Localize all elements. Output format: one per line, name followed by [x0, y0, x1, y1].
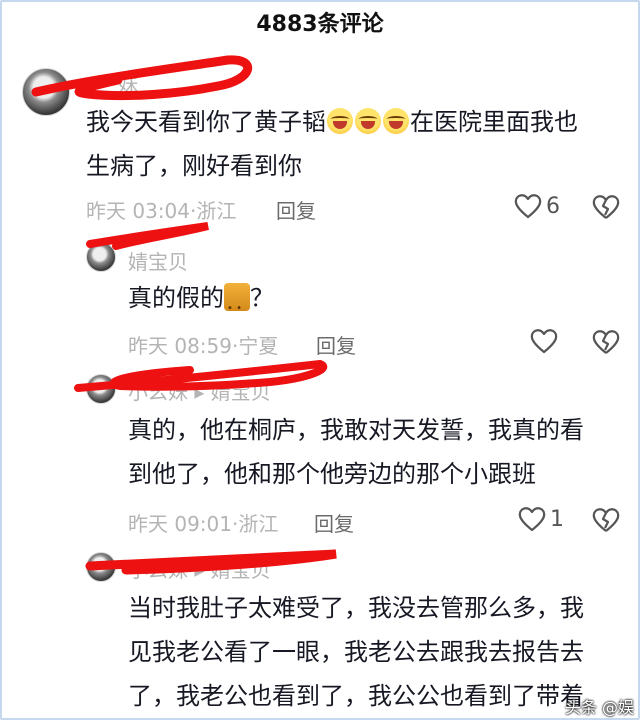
like-button[interactable]: 1: [518, 506, 564, 532]
laughing-tears-emoji-icon: [327, 108, 353, 134]
reply-button[interactable]: 回复: [314, 508, 354, 537]
red-scribble-redaction: [85, 549, 337, 575]
comment-timestamp-location: 昨天 09:01·浙江: [128, 512, 279, 536]
comment-text: 当时我肚子太难受了，我没去管那么多，我 见我老公看了一眼，我老公去跟我去报告去 …: [128, 586, 628, 718]
comment-text: 真的，他在桐庐，我敢对天发誓，我真的看 到他了，他和那个他旁边的那个小跟班: [128, 408, 628, 496]
heart-icon: [518, 507, 546, 532]
broken-heart-icon[interactable]: [592, 329, 620, 355]
red-scribble-redaction: [86, 222, 209, 250]
comment-text-line: 我今天看到你了黄子韬: [86, 108, 326, 136]
comment-text-line: 当时我肚子太难受了，我没去管那么多，我: [128, 594, 584, 622]
comment-text: 真的假的 ？: [128, 276, 274, 331]
comment-text-line: 在医院里面我也: [410, 108, 578, 136]
heart-icon: [514, 194, 542, 219]
comment-text-line: 见我老公看了一眼，我老公去跟我去报告去: [128, 638, 584, 666]
watermark: 头条 @娱: [564, 698, 634, 717]
comment-text-line: 生病了，刚好看到你: [86, 152, 302, 180]
laughing-tears-emoji-icon: [355, 108, 381, 134]
broken-heart-icon[interactable]: [592, 507, 620, 533]
like-count: 6: [546, 193, 560, 219]
red-scribble-redaction: [74, 359, 328, 392]
reply-button[interactable]: 回复: [276, 195, 316, 224]
comment-text-line: 了，我老公也看到了，我公公也看到了带着: [128, 682, 584, 710]
like-count: 1: [550, 506, 564, 532]
laughing-tears-emoji-icon: [383, 108, 409, 134]
broken-heart-icon[interactable]: [592, 194, 620, 220]
comment-text: 我今天看到你了黄子韬 在医院里面我也 生病了，刚好看到你: [86, 100, 626, 188]
like-button[interactable]: [530, 328, 558, 354]
comment-text-line: 到他了，他和那个他旁边的那个小跟班: [128, 460, 536, 488]
comment-text-line: ？: [250, 284, 274, 312]
heart-icon: [530, 329, 558, 354]
comment-text-line: 真的，他在桐庐，我敢对天发誓，我真的看: [128, 416, 584, 444]
like-button[interactable]: 6: [514, 193, 560, 219]
comment-text-line: 真的假的: [128, 284, 224, 312]
cat-emoji-icon: [224, 283, 250, 331]
comment-count-title: 4883条评论: [256, 12, 384, 37]
